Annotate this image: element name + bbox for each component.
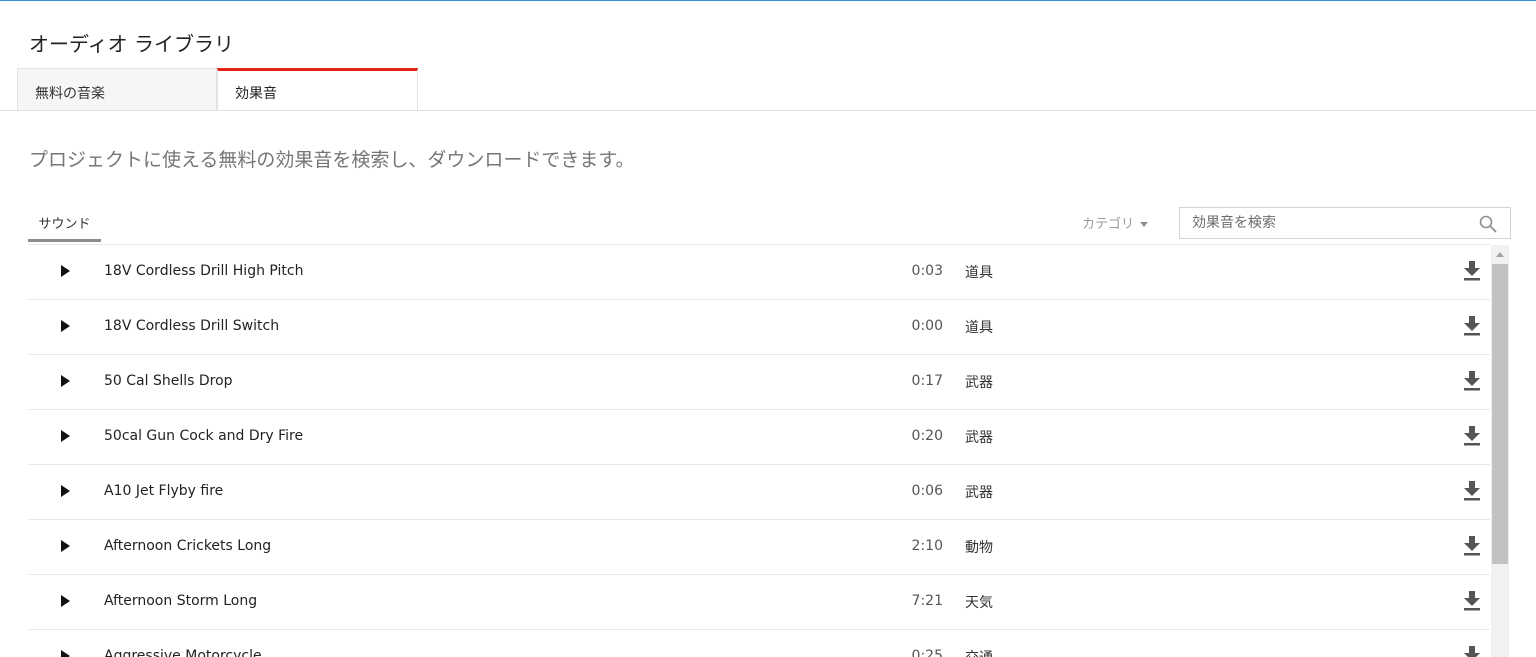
page-title: オーディオ ライブラリ	[29, 32, 234, 56]
search-icon[interactable]	[1479, 215, 1497, 233]
search-input[interactable]	[1180, 208, 1482, 238]
page-description: プロジェクトに使える無料の効果音を検索し、ダウンロードできます。	[29, 149, 635, 171]
scrollbar-thumb[interactable]	[1492, 264, 1508, 564]
sound-duration: 0:25	[911, 648, 943, 657]
scroll-up-arrow-icon[interactable]	[1496, 252, 1504, 257]
download-icon[interactable]	[1463, 646, 1481, 657]
scrollbar[interactable]	[1491, 245, 1509, 657]
play-icon[interactable]	[61, 430, 70, 442]
download-icon[interactable]	[1463, 261, 1481, 281]
download-icon[interactable]	[1463, 316, 1481, 336]
tab-label: 効果音	[235, 86, 277, 102]
sound-category: 武器	[965, 485, 993, 501]
sound-category: 道具	[965, 320, 993, 336]
sound-duration: 0:17	[911, 373, 943, 389]
sound-row: 18V Cordless Drill High Pitch 0:03 道具	[28, 245, 1490, 300]
sound-row: Aggressive Motorcycle 0:25 交通	[28, 630, 1490, 657]
tab-label: 無料の音楽	[35, 86, 105, 102]
category-dropdown[interactable]: カテゴリ	[1082, 213, 1149, 232]
sound-row: A10 Jet Flyby fire 0:06 武器	[28, 465, 1490, 520]
library-tabs: 無料の音楽 効果音	[0, 68, 1536, 111]
sound-row: 50 Cal Shells Drop 0:17 武器	[28, 355, 1490, 410]
sound-duration: 2:10	[911, 538, 943, 554]
download-icon[interactable]	[1463, 426, 1481, 446]
play-icon[interactable]	[61, 265, 70, 277]
download-icon[interactable]	[1463, 371, 1481, 391]
sound-duration: 0:00	[911, 318, 943, 334]
sound-title: 50 Cal Shells Drop	[104, 373, 233, 389]
sound-category: 動物	[965, 540, 993, 556]
tab-sounds[interactable]: サウンド	[28, 205, 101, 242]
window-top-border	[0, 0, 1536, 1]
play-icon[interactable]	[61, 540, 70, 552]
tab-sound-effects[interactable]: 効果音	[217, 68, 418, 111]
sound-title: 50cal Gun Cock and Dry Fire	[104, 428, 304, 444]
play-icon[interactable]	[61, 320, 70, 332]
sound-row: Afternoon Storm Long 7:21 天気	[28, 575, 1490, 630]
sound-row: 18V Cordless Drill Switch 0:00 道具	[28, 300, 1490, 355]
sound-duration: 0:20	[911, 428, 943, 444]
sound-title: 18V Cordless Drill Switch	[104, 318, 280, 334]
download-icon[interactable]	[1463, 481, 1481, 501]
category-label: カテゴリ	[1082, 217, 1135, 232]
sound-category: 武器	[965, 430, 993, 446]
download-icon[interactable]	[1463, 591, 1481, 611]
sound-category: 交通	[965, 647, 993, 657]
sound-category: 道具	[965, 265, 993, 281]
sound-row: Afternoon Crickets Long 2:10 動物	[28, 520, 1490, 575]
sound-title: A10 Jet Flyby fire	[104, 483, 224, 499]
sound-duration: 7:21	[911, 593, 943, 609]
sound-tab-label: サウンド	[38, 217, 91, 232]
play-icon[interactable]	[61, 375, 70, 387]
play-icon[interactable]	[61, 485, 70, 497]
sound-duration: 0:06	[911, 483, 943, 499]
tab-free-music[interactable]: 無料の音楽	[17, 68, 217, 110]
sound-title: 18V Cordless Drill High Pitch	[104, 263, 304, 279]
sound-row: 50cal Gun Cock and Dry Fire 0:20 武器	[28, 410, 1490, 465]
play-icon[interactable]	[61, 650, 70, 657]
sound-category: 天気	[965, 595, 993, 611]
search-box	[1179, 207, 1511, 239]
sound-title: Afternoon Crickets Long	[104, 538, 272, 554]
sound-title: Afternoon Storm Long	[104, 593, 258, 609]
tabs-divider	[0, 110, 1536, 111]
play-icon[interactable]	[61, 595, 70, 607]
sound-category: 武器	[965, 375, 993, 391]
caret-down-icon	[1140, 222, 1149, 227]
download-icon[interactable]	[1463, 536, 1481, 556]
sound-title: Aggressive Motorcycle	[104, 648, 262, 657]
sound-list: 18V Cordless Drill High Pitch 0:03 道具 18…	[28, 245, 1490, 657]
sound-duration: 0:03	[911, 263, 943, 279]
